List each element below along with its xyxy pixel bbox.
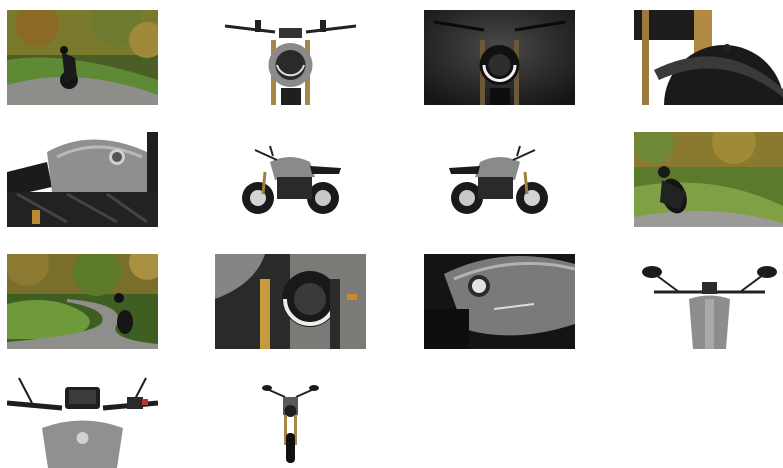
gallery-thumbnail-7[interactable]: [424, 132, 575, 227]
gallery-thumbnail-13[interactable]: [7, 373, 158, 468]
front-view-night-photo: [424, 10, 575, 105]
gallery-thumbnail-9[interactable]: [7, 254, 158, 349]
gallery-thumbnail-12[interactable]: [634, 254, 783, 349]
handlebar-top-view-photo: [634, 254, 783, 349]
rider-lean-photo: [634, 132, 783, 227]
gallery-thumbnail-3[interactable]: [424, 10, 575, 105]
side-view-right-photo: [215, 132, 366, 227]
front-view-full-photo: [215, 373, 366, 468]
gallery-thumbnail-6[interactable]: [215, 132, 366, 227]
tank-badge-closeup-photo: [424, 254, 575, 349]
gallery-thumbnail-8[interactable]: [634, 132, 783, 227]
gallery-thumbnail-5[interactable]: [7, 132, 158, 227]
gallery-thumbnail-4[interactable]: [634, 10, 783, 105]
cockpit-dash-closeup-photo: [7, 373, 158, 468]
rider-cornering-photo: [7, 10, 158, 105]
side-view-left-photo: [424, 132, 575, 227]
front-fender-closeup-photo: [634, 10, 783, 105]
gallery-thumbnail-10[interactable]: [215, 254, 366, 349]
gallery-thumbnail-2[interactable]: [215, 10, 366, 105]
front-view-headlight-photo: [215, 10, 366, 105]
gallery-thumbnail-14[interactable]: [215, 373, 366, 468]
rider-winding-road-photo: [7, 254, 158, 349]
gallery-thumbnail-1[interactable]: [7, 10, 158, 105]
fuel-tank-closeup-photo: [7, 132, 158, 227]
gallery-thumbnail-11[interactable]: [424, 254, 575, 349]
headlight-fork-closeup-photo: [215, 254, 366, 349]
